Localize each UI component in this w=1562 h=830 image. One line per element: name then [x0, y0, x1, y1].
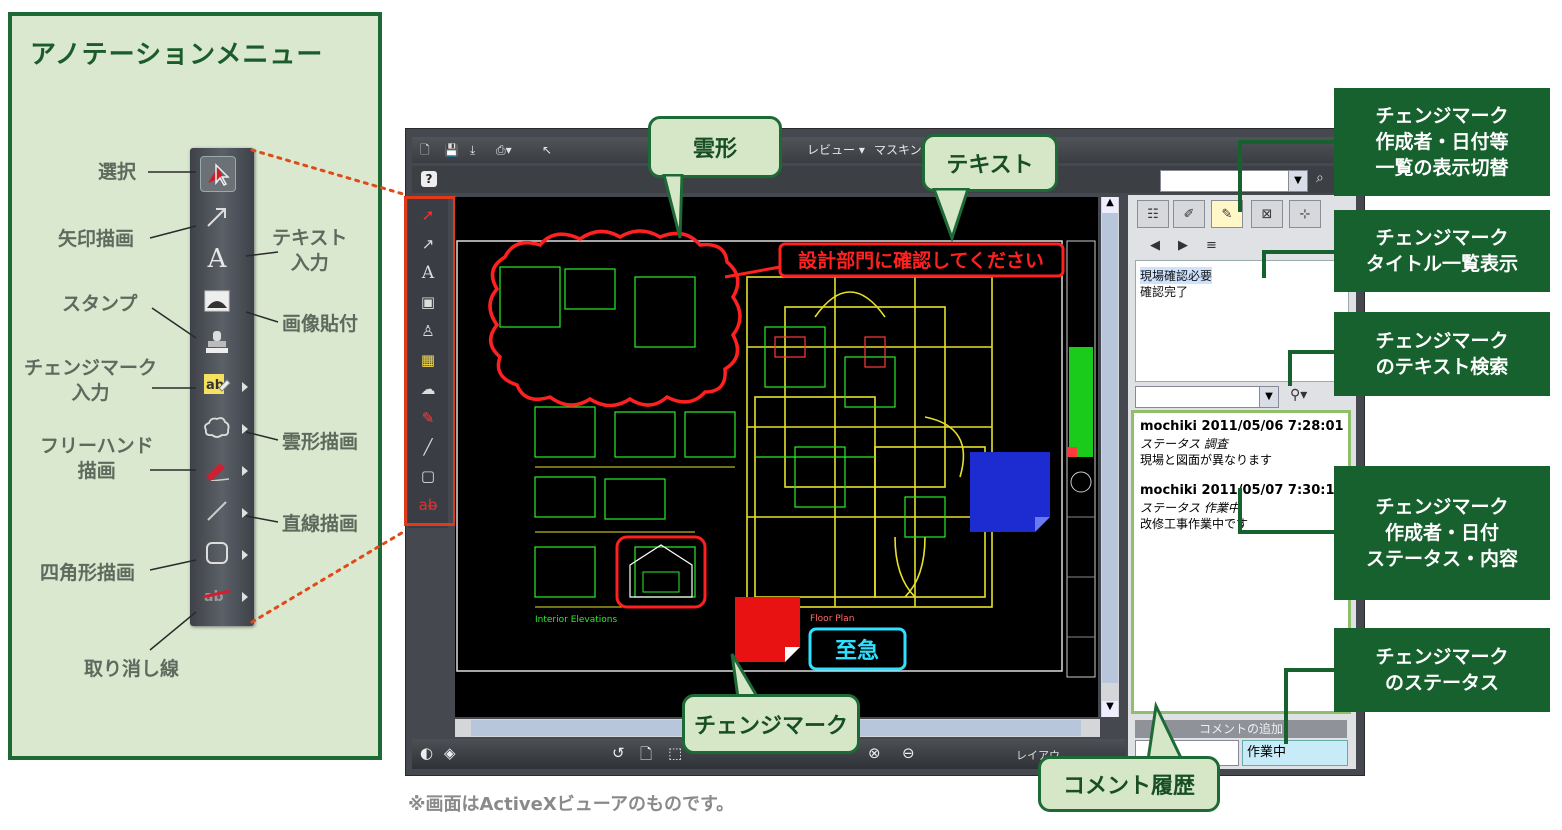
- rotate-icon[interactable]: ↺: [612, 744, 625, 762]
- callout-comment-history: コメント履歴: [1038, 756, 1220, 812]
- text-search-icon[interactable]: ⚲▾: [1290, 387, 1307, 403]
- contrast-icon[interactable]: ◐: [420, 744, 433, 762]
- cloud-annotation-text: 設計部門に確認してください: [798, 249, 1044, 272]
- caption-floor-plan: Floor Plan: [810, 614, 854, 624]
- menu-mask[interactable]: マスキン: [874, 137, 922, 163]
- callout-change-mark-pointer: [730, 653, 761, 700]
- next-icon[interactable]: ▶: [1178, 238, 1188, 253]
- callout-comment-history-pointer: [1146, 700, 1185, 762]
- caption-elevations: Interior Elevations: [535, 615, 617, 625]
- prev-icon[interactable]: ◀: [1150, 238, 1160, 253]
- viewer-toolbar: 🗋 💾 ⤓ ⎙▾ ↖ レビュー ▾ マスキン: [412, 137, 1362, 163]
- comment-status: ステータス 調査: [1140, 437, 1228, 451]
- title-list-item[interactable]: 確認完了: [1140, 283, 1188, 300]
- connector: [1284, 668, 1334, 672]
- pointer-icon[interactable]: ↖: [542, 137, 552, 163]
- callout-detail: チェンジマーク 作成者・日付 ステータス・内容: [1334, 466, 1550, 600]
- connector: [1238, 140, 1334, 144]
- callout-text-pointer: [932, 188, 970, 243]
- image-tab-icon[interactable]: ⊠: [1251, 200, 1283, 228]
- magnifier-icon[interactable]: ⌕: [1316, 170, 1324, 186]
- comment-body: 現場と図面が異なります: [1140, 453, 1273, 467]
- scroll-down-icon[interactable]: ▼: [1102, 701, 1118, 717]
- change-mark-title-list[interactable]: 現場確認必要 確認完了: [1135, 260, 1349, 382]
- help-icon[interactable]: ?: [421, 171, 437, 187]
- callout-text: テキスト: [922, 134, 1058, 192]
- print-icon[interactable]: ⎙▾: [496, 137, 512, 163]
- callout-cloud: 雲形: [648, 116, 782, 178]
- comment-header: mochiki 2011/05/06 7:28:01: [1140, 419, 1344, 434]
- scroll-thumb[interactable]: [1102, 213, 1118, 683]
- callout-toggle-list: チェンジマーク 作成者・日付等 一覧の表示切替: [1334, 88, 1550, 196]
- download-icon[interactable]: ⤓: [470, 137, 475, 163]
- connector: [1238, 140, 1242, 212]
- title-list-item[interactable]: 現場確認必要: [1140, 267, 1213, 284]
- list-icon[interactable]: ≡: [1206, 238, 1217, 253]
- vertical-scrollbar[interactable]: ▲ ▼: [1101, 197, 1119, 717]
- save-icon[interactable]: 💾: [444, 137, 459, 163]
- status-filter-select[interactable]: ▼: [1135, 386, 1279, 408]
- connector: [1238, 488, 1242, 534]
- connector: [1288, 350, 1292, 386]
- connector: [1262, 250, 1334, 254]
- urgent-stamp-text: 至急: [835, 638, 879, 664]
- zoom-icon[interactable]: ⊗: [868, 744, 881, 762]
- cad-drawing: 設計部門に確認してください 至急 Interior Elevations Flo…: [456, 229, 1096, 678]
- connector: [1238, 530, 1334, 534]
- search-input[interactable]: ▼: [1160, 170, 1308, 192]
- menu-review[interactable]: レビュー ▾: [807, 137, 865, 163]
- comment-status: ステータス 作業中: [1140, 501, 1240, 515]
- callout-status: チェンジマーク のステータス: [1334, 628, 1550, 712]
- search-dropdown-icon[interactable]: ▼: [1288, 171, 1307, 191]
- connector: [1262, 250, 1266, 278]
- comment-body: 改修工事作業中です: [1140, 517, 1249, 531]
- callout-cloud-pointer: [662, 174, 684, 239]
- callout-change-mark: チェンジマーク: [682, 694, 860, 754]
- status-value-field[interactable]: 作業中: [1242, 740, 1348, 766]
- connector: [1288, 350, 1334, 354]
- callout-text-search: チェンジマーク のテキスト検索: [1334, 312, 1550, 396]
- comment-panel-tabs: ☷ ✐ ✎ ⊠ ⊹: [1133, 200, 1351, 228]
- callout-title-list: チェンジマーク タイトル一覧表示: [1334, 210, 1550, 292]
- menu-review-label: レビュー: [807, 143, 856, 157]
- markup-list-icon[interactable]: ✐: [1173, 200, 1205, 228]
- status-dropdown-icon[interactable]: ▼: [1259, 387, 1278, 407]
- list-toggle-icon[interactable]: ☷: [1137, 200, 1169, 228]
- zoom-out-icon[interactable]: ⊖: [902, 744, 915, 762]
- new-doc-icon[interactable]: 🗋: [420, 137, 430, 163]
- drawing-canvas[interactable]: 設計部門に確認してください 至急 Interior Elevations Flo…: [455, 197, 1098, 717]
- measure-tab-icon[interactable]: ⊹: [1289, 200, 1321, 228]
- toolbar-highlight: [404, 196, 456, 526]
- scroll-up-icon[interactable]: ▲: [1102, 197, 1118, 213]
- layers-icon[interactable]: ◈: [444, 744, 456, 762]
- footnote: ※画面はActiveXビューアのものです。: [408, 794, 735, 815]
- connector: [1284, 668, 1288, 744]
- fit-icon[interactable]: ⬚: [668, 744, 682, 762]
- page-icon[interactable]: 🗋: [640, 744, 652, 769]
